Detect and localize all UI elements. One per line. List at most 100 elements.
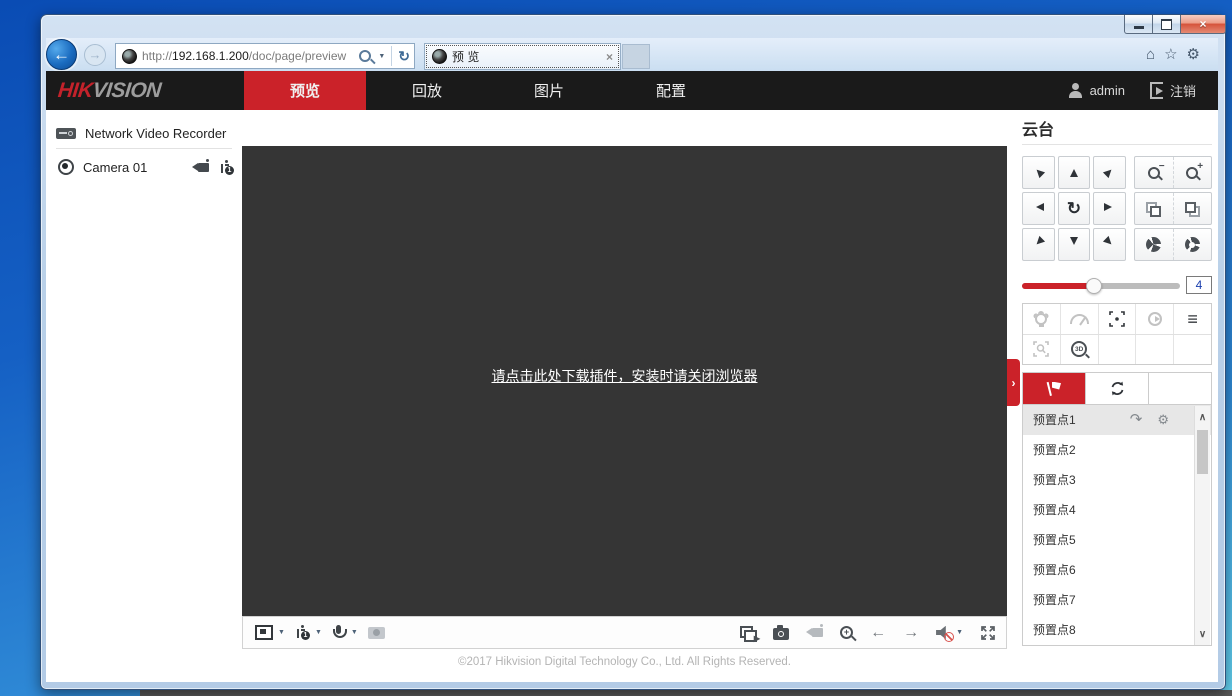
scroll-up-icon[interactable]: ∧ bbox=[1195, 412, 1210, 423]
preset-item[interactable]: 预置点3 bbox=[1023, 465, 1211, 495]
background-window-edge bbox=[140, 690, 1232, 696]
logout-icon[interactable] bbox=[1150, 82, 1163, 99]
tab-close-icon[interactable]: × bbox=[606, 50, 613, 64]
stream-dot bbox=[225, 160, 228, 163]
aux-empty-cell bbox=[1173, 335, 1211, 365]
preset-item[interactable]: 预置点7 bbox=[1023, 585, 1211, 615]
arrow-down-right-icon bbox=[1103, 235, 1117, 249]
arrow-down-icon bbox=[1070, 237, 1078, 249]
nav-tab-configuration[interactable]: 配置 bbox=[610, 71, 732, 110]
slider-thumb[interactable] bbox=[1086, 278, 1102, 294]
record-icon[interactable] bbox=[812, 628, 823, 637]
divider bbox=[391, 46, 392, 66]
caret-down-icon[interactable]: ▼ bbox=[351, 629, 358, 636]
preset-tab[interactable] bbox=[1023, 373, 1085, 404]
ptz-down-right-button[interactable] bbox=[1093, 228, 1126, 261]
auto-focus-button[interactable] bbox=[1098, 304, 1136, 334]
ptz-left-button[interactable] bbox=[1022, 192, 1055, 225]
preset-item[interactable]: 预置点8 bbox=[1023, 615, 1211, 645]
stream-selector[interactable]: 1▼ bbox=[295, 625, 322, 640]
zoom-out-button[interactable]: − bbox=[1135, 157, 1173, 188]
back-arrow-icon: ← bbox=[53, 45, 70, 64]
menu-icon: ≡ bbox=[1187, 312, 1198, 326]
previous-page-icon[interactable]: ← bbox=[870, 624, 886, 642]
lens-init-button[interactable] bbox=[1135, 304, 1173, 334]
preset-item[interactable]: 预置点5 bbox=[1023, 525, 1211, 555]
digital-zoom-icon[interactable]: + bbox=[840, 626, 853, 639]
ptz-down-button[interactable] bbox=[1058, 228, 1091, 261]
preset-call-icon[interactable]: ↷ bbox=[1130, 405, 1143, 435]
url-dropdown-icon[interactable]: ▼ bbox=[378, 53, 385, 60]
caret-down-icon[interactable]: ▼ bbox=[956, 629, 963, 636]
panel-collapse-handle[interactable]: › bbox=[1007, 359, 1020, 406]
focus-far-button[interactable] bbox=[1173, 193, 1212, 224]
audio-control[interactable]: ▼ bbox=[936, 626, 963, 640]
plugin-download-link[interactable]: 请点击此处下载插件，安装时请关闭浏览器 bbox=[242, 366, 1007, 386]
nav-tab-preview[interactable]: 预览 bbox=[244, 71, 366, 110]
nav-tab-picture[interactable]: 图片 bbox=[488, 71, 610, 110]
preset-item[interactable]: 预置点6 bbox=[1023, 555, 1211, 585]
search-icon[interactable] bbox=[359, 50, 371, 62]
preset-item[interactable]: 预置点2 bbox=[1023, 435, 1211, 465]
maximize-button[interactable] bbox=[1153, 15, 1181, 34]
two-way-audio[interactable]: ▼ bbox=[332, 625, 358, 641]
start-all-live-icon[interactable]: ▶ bbox=[740, 626, 756, 640]
address-bar[interactable]: http://192.168.1.200/doc/page/preview ▼ … bbox=[115, 43, 415, 69]
ptz-down-left-button[interactable] bbox=[1022, 228, 1055, 261]
scroll-down-icon[interactable]: ∨ bbox=[1195, 629, 1210, 640]
preset-set-gear-icon[interactable]: ⚙ bbox=[1157, 405, 1169, 435]
wiper-button[interactable] bbox=[1060, 304, 1098, 334]
iris-close-button[interactable] bbox=[1135, 229, 1173, 260]
desktop: × ← → http://192.168.1.200/doc/page/prev… bbox=[0, 0, 1232, 696]
refresh-icon[interactable]: ↻ bbox=[398, 48, 410, 65]
back-button[interactable]: ← bbox=[46, 39, 77, 70]
arrow-down-left-icon bbox=[1031, 235, 1045, 249]
preset-item[interactable]: 预置点1 ↷ ⚙ bbox=[1023, 405, 1211, 435]
stream-type-icon[interactable]: 1 bbox=[219, 160, 234, 175]
patrol-tab[interactable] bbox=[1085, 373, 1148, 404]
minimize-button[interactable] bbox=[1124, 15, 1153, 34]
iris-open-button[interactable] bbox=[1173, 229, 1212, 260]
focus-far-icon bbox=[1185, 202, 1200, 216]
fullscreen-icon[interactable] bbox=[980, 625, 996, 641]
browser-tab[interactable]: 预 览 × bbox=[424, 43, 621, 70]
url-text[interactable]: http://192.168.1.200/doc/page/preview bbox=[142, 49, 359, 63]
speaker-muted-icon[interactable] bbox=[936, 626, 951, 640]
light-button[interactable] bbox=[1023, 304, 1060, 334]
new-tab-button[interactable] bbox=[622, 44, 650, 69]
ptz-auto-scan-button[interactable]: ↻ bbox=[1058, 192, 1091, 225]
forward-button[interactable]: → bbox=[84, 44, 106, 66]
close-button[interactable]: × bbox=[1181, 15, 1226, 34]
favorites-star-icon[interactable]: ☆ bbox=[1164, 46, 1177, 64]
ptz-up-left-button[interactable] bbox=[1022, 156, 1055, 189]
focus-near-button[interactable] bbox=[1135, 193, 1173, 224]
manual-tracking-button[interactable] bbox=[1023, 335, 1060, 365]
device-row[interactable]: Network Video Recorder bbox=[56, 121, 236, 145]
start-live-view-icon[interactable] bbox=[198, 163, 209, 172]
flag-icon bbox=[1047, 382, 1061, 396]
slider-fill bbox=[1022, 283, 1094, 289]
zoom-3d-icon: 3D bbox=[1071, 341, 1087, 357]
settings-gear-icon[interactable]: ⚙ bbox=[1187, 46, 1200, 64]
preset-item[interactable]: 预置点4 bbox=[1023, 495, 1211, 525]
ptz-up-button[interactable] bbox=[1058, 156, 1091, 189]
preset-scrollbar[interactable]: ∧ ∨ bbox=[1194, 406, 1210, 646]
ptz-up-right-button[interactable] bbox=[1093, 156, 1126, 189]
next-page-icon[interactable]: → bbox=[903, 624, 919, 642]
zoom-3d-button[interactable]: 3D bbox=[1060, 335, 1098, 365]
ptz-right-button[interactable] bbox=[1093, 192, 1126, 225]
layout-selector[interactable]: ▼ bbox=[255, 625, 285, 640]
caret-down-icon[interactable]: ▼ bbox=[278, 629, 285, 636]
ptz-speed-input[interactable] bbox=[1186, 276, 1212, 294]
tab-favicon-icon bbox=[432, 49, 447, 64]
caret-down-icon[interactable]: ▼ bbox=[315, 629, 322, 636]
device-name: Network Video Recorder bbox=[85, 126, 226, 141]
scrollbar-thumb[interactable] bbox=[1197, 430, 1208, 474]
home-icon[interactable]: ⌂ bbox=[1146, 46, 1155, 64]
menu-button[interactable]: ≡ bbox=[1173, 304, 1211, 334]
capture-icon[interactable] bbox=[773, 628, 789, 640]
nav-tab-playback[interactable]: 回放 bbox=[366, 71, 488, 110]
zoom-in-button[interactable]: + bbox=[1173, 157, 1212, 188]
camera-row[interactable]: Camera 01 1 bbox=[58, 154, 234, 180]
logout-label[interactable]: 注销 bbox=[1170, 81, 1196, 100]
